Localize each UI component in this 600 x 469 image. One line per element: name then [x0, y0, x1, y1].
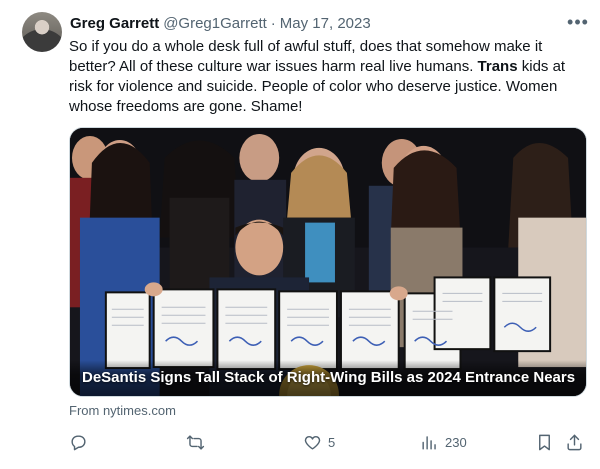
link-source[interactable]: From nytimes.com [69, 403, 176, 418]
tweet-text-part1: So if you do a whole desk full of awful … [69, 38, 543, 75]
tweet-header: Greg Garrett @Greg1Garrett · May 17, 202… [70, 13, 371, 33]
link-card-image[interactable]: DeSantis Signs Tall Stack of Right-Wing … [69, 127, 587, 397]
tweet-date[interactable]: May 17, 2023 [280, 15, 371, 32]
share-icon [567, 434, 582, 450]
views-icon [422, 435, 436, 450]
retweet-button[interactable] [186, 428, 211, 456]
views-count: 230 [445, 434, 467, 450]
action-bar: 5 230 [69, 428, 589, 456]
tweet-text-bold: Trans [477, 58, 518, 75]
more-options-icon[interactable]: ••• [566, 12, 590, 32]
reply-icon [71, 434, 86, 450]
retweet-icon [186, 434, 205, 450]
share-button[interactable] [565, 428, 584, 456]
user-handle[interactable]: @Greg1Garrett [163, 15, 267, 32]
bookmark-icon [539, 434, 550, 450]
reply-button[interactable] [69, 428, 94, 456]
tweet-text: So if you do a whole desk full of awful … [69, 37, 589, 117]
bookmark-button[interactable] [535, 428, 554, 456]
like-button[interactable]: 5 [303, 428, 335, 456]
tweet[interactable]: Greg Garrett @Greg1Garrett · May 17, 202… [0, 0, 600, 469]
display-name[interactable]: Greg Garrett [70, 15, 159, 32]
link-card-title[interactable]: DeSantis Signs Tall Stack of Right-Wing … [82, 369, 575, 386]
views-button[interactable]: 230 [420, 428, 467, 456]
heart-icon [304, 435, 321, 450]
press-photo [70, 128, 586, 396]
separator-dot: · [270, 14, 276, 32]
avatar[interactable] [22, 12, 62, 52]
like-count: 5 [328, 434, 336, 450]
